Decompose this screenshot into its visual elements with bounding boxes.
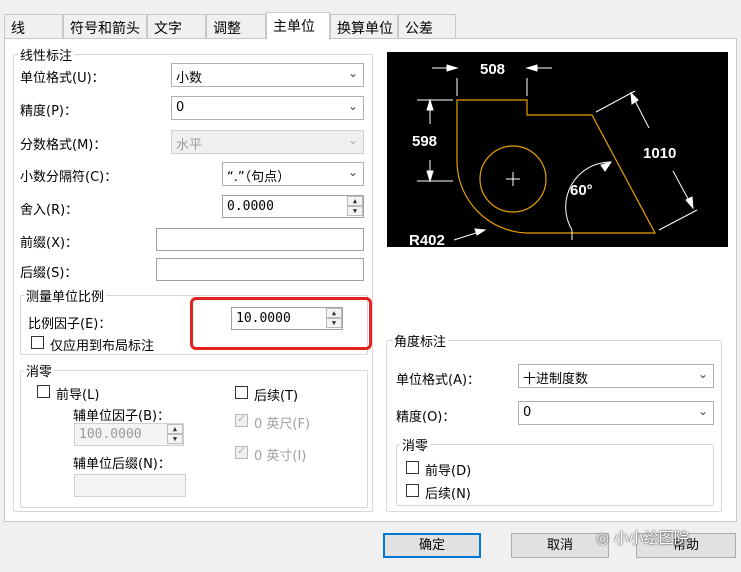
- angular-unit-format-select[interactable]: 十进制度数 ⌄: [518, 364, 714, 388]
- angular-leading-checkbox[interactable]: [406, 461, 419, 474]
- scale-factor-label: 比例因子(E)：: [28, 317, 112, 332]
- spin-up-icon: ▲: [167, 424, 183, 434]
- tab-alternate-units[interactable]: 换算单位: [330, 14, 398, 38]
- tab-symbols-arrows[interactable]: 符号和箭头: [63, 14, 147, 38]
- ok-button[interactable]: 确定: [383, 533, 481, 558]
- chevron-down-icon: ⌄: [347, 99, 358, 113]
- tab-label: 符号和箭头: [70, 21, 140, 37]
- inches-checkbox: [235, 444, 248, 459]
- angular-trailing-label: 后续(N): [425, 487, 471, 502]
- leading-label: 前导(L): [56, 388, 100, 403]
- angular-precision-label: 精度(O)：: [396, 410, 456, 425]
- suffix-input[interactable]: [156, 258, 364, 281]
- angular-dimensions-title: 角度标注: [392, 331, 449, 350]
- sub-unit-suffix-input: [74, 474, 186, 497]
- watermark-text: 小小绘图院: [613, 529, 689, 547]
- tab-label: 主单位: [273, 19, 315, 35]
- chevron-down-icon: ⌄: [347, 165, 358, 179]
- layout-only-label: 仅应用到布局标注: [50, 339, 155, 354]
- angular-trailing-checkbox[interactable]: [406, 484, 419, 497]
- tab-label: 换算单位: [337, 21, 393, 37]
- layout-only-checkbox[interactable]: [31, 336, 44, 349]
- precision-select[interactable]: 0 ⌄: [171, 96, 364, 120]
- inches-label: 0 英寸(I): [254, 449, 307, 464]
- preview-angle: 60°: [570, 182, 593, 199]
- spin-up-icon[interactable]: ▲: [347, 196, 363, 206]
- precision-value: 0: [176, 100, 185, 115]
- angular-precision-select[interactable]: 0 ⌄: [518, 401, 714, 425]
- tab-label: 文字: [154, 21, 182, 37]
- round-off-value: 0.0000: [227, 199, 274, 214]
- decimal-separator-label: 小数分隔符(C)：: [20, 170, 118, 185]
- trailing-checkbox[interactable]: [235, 386, 248, 399]
- leading-checkbox[interactable]: [37, 385, 50, 398]
- prefix-input[interactable]: [156, 228, 364, 251]
- fraction-format-select: 水平 ⌄: [171, 130, 364, 154]
- precision-label: 精度(P)：: [20, 104, 77, 119]
- zero-suppression-title: 消零: [24, 361, 55, 380]
- fraction-format-value: 水平: [176, 138, 203, 153]
- decimal-separator-value: “.”（句点）: [227, 170, 291, 185]
- preview-dim-top: 508: [480, 61, 505, 78]
- dimension-preview: 508 598 1010 60° R402: [387, 52, 728, 249]
- angular-zero-suppression-title: 消零: [400, 435, 431, 454]
- feet-checkbox: [235, 412, 248, 427]
- tab-text[interactable]: 文字: [147, 14, 206, 38]
- fraction-format-label: 分数格式(M)：: [20, 138, 107, 153]
- angular-unit-format-label: 单位格式(A)：: [396, 373, 481, 388]
- unit-format-select[interactable]: 小数 ⌄: [171, 63, 364, 87]
- chevron-down-icon: ⌄: [697, 404, 708, 418]
- tab-lines[interactable]: 线: [4, 14, 63, 38]
- chevron-down-icon: ⌄: [697, 367, 708, 381]
- unit-format-label: 单位格式(U)：: [20, 71, 105, 86]
- preview-dim-right: 1010: [643, 145, 676, 162]
- chevron-down-icon: ⌄: [347, 66, 358, 80]
- wechat-icon: ◎: [596, 529, 610, 547]
- sub-unit-factor-input: 100.0000 ▲ ▼: [74, 423, 184, 446]
- measurement-scale-title: 测量单位比例: [24, 286, 107, 305]
- preview-drawing: 508 598 1010 60° R402: [409, 61, 698, 249]
- preview-outline: [456, 99, 657, 234]
- cancel-button[interactable]: 取消: [511, 533, 609, 558]
- sub-unit-factor-value: 100.0000: [79, 427, 142, 442]
- trailing-label: 后续(T): [254, 389, 299, 404]
- tab-label: 公差: [405, 21, 433, 37]
- tab-label: 线: [11, 21, 25, 37]
- chevron-down-icon: ⌄: [347, 133, 358, 147]
- watermark: ◎ 小小绘图院: [596, 527, 689, 548]
- round-off-input[interactable]: 0.0000 ▲ ▼: [222, 195, 364, 218]
- round-off-spinner[interactable]: ▲ ▼: [347, 196, 363, 217]
- spin-down-icon[interactable]: ▼: [347, 206, 363, 216]
- angular-leading-label: 前导(D): [425, 464, 472, 479]
- highlight-box: [190, 297, 372, 350]
- feet-label: 0 英尺(F): [254, 417, 311, 432]
- linear-dimensions-title: 线性标注: [18, 45, 75, 64]
- preview-dim-left: 598: [412, 133, 437, 150]
- sub-unit-factor-label: 辅单位因子(B)：: [73, 409, 171, 424]
- round-off-label: 舍入(R)：: [20, 203, 79, 218]
- sub-unit-factor-spinner: ▲ ▼: [167, 424, 183, 445]
- suffix-label: 后缀(S)：: [20, 266, 78, 281]
- tab-tolerances[interactable]: 公差: [398, 14, 456, 38]
- prefix-label: 前缀(X)：: [20, 236, 79, 251]
- tab-fit[interactable]: 调整: [206, 14, 266, 38]
- tab-label: 调整: [213, 21, 241, 37]
- angular-precision-value: 0: [523, 405, 532, 420]
- preview-radius: R402: [409, 232, 445, 247]
- decimal-separator-select[interactable]: “.”（句点） ⌄: [222, 162, 364, 186]
- sub-unit-suffix-label: 辅单位后缀(N)：: [73, 457, 171, 472]
- unit-format-value: 小数: [176, 71, 203, 86]
- spin-down-icon: ▼: [167, 434, 183, 444]
- tab-primary-units[interactable]: 主单位: [266, 12, 330, 40]
- angular-unit-format-value: 十进制度数: [523, 372, 589, 387]
